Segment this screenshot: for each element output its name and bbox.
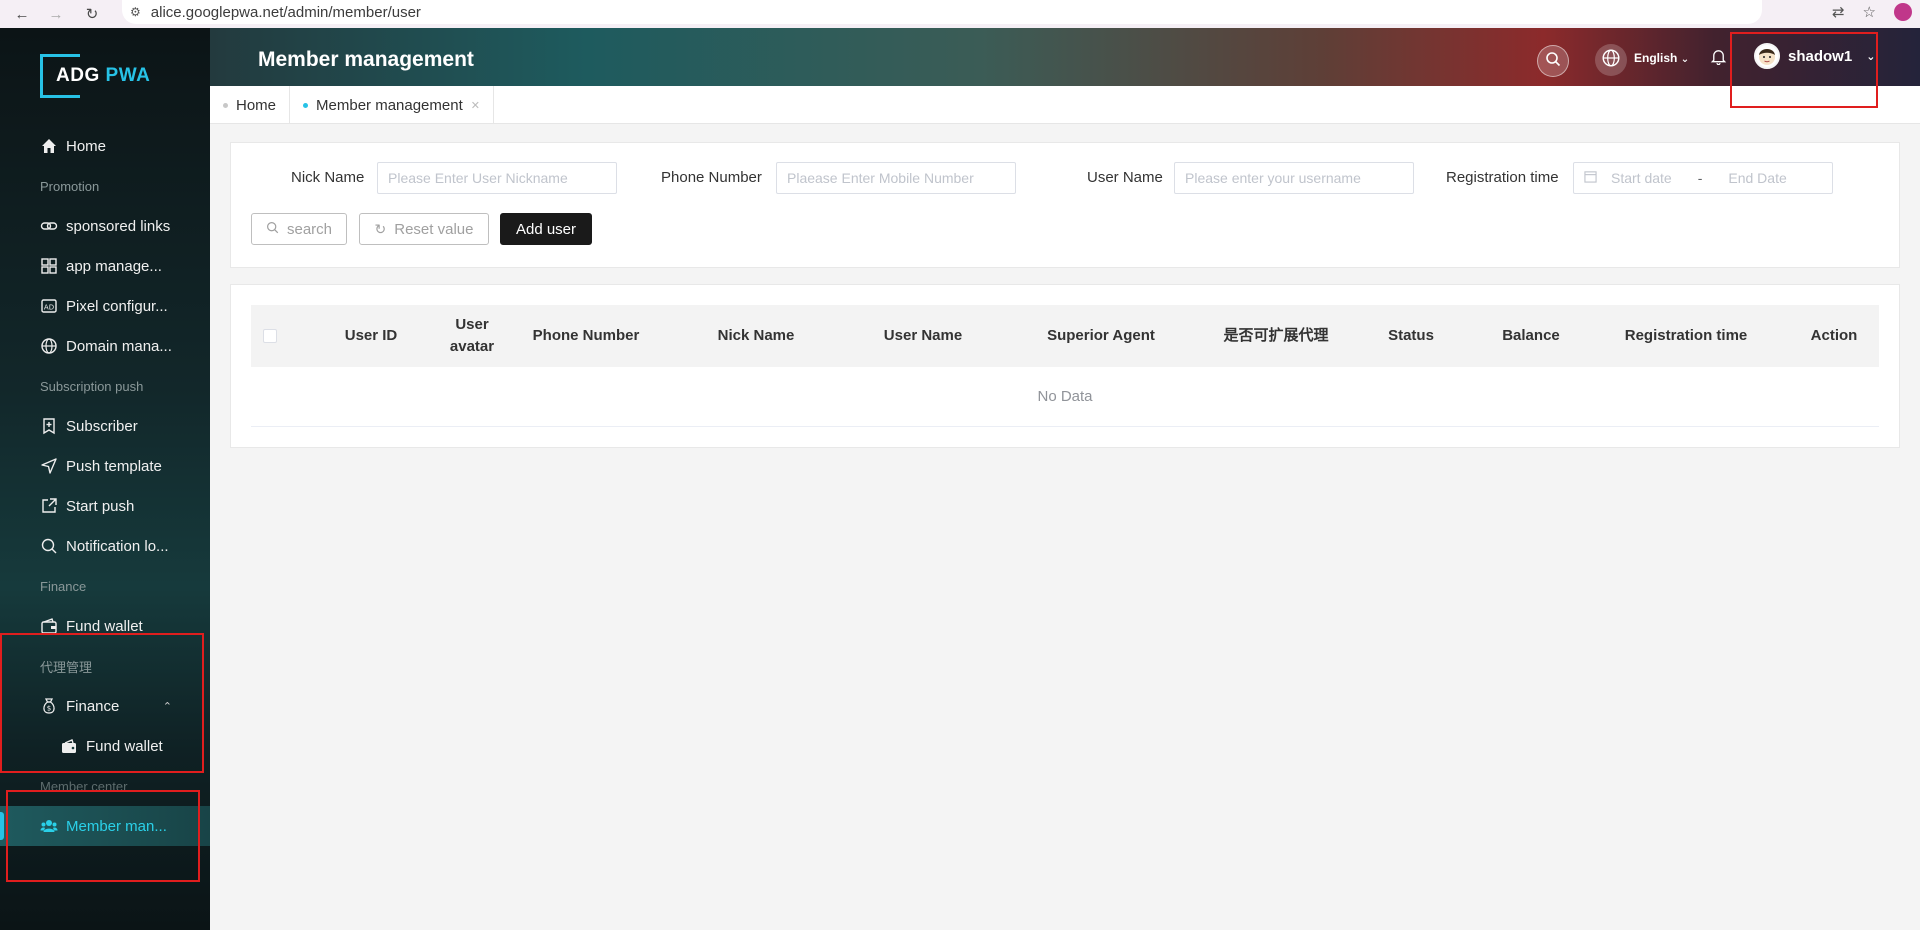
date-separator: -	[1697, 170, 1703, 186]
logo: ADG PWA	[40, 54, 152, 98]
registration-date-range[interactable]: Start date - End Date	[1573, 162, 1833, 194]
browser-toolbar: ← → ↻ ⚙ alice.googlepwa.net/admin/member…	[0, 0, 1920, 28]
reload-icon[interactable]: ↻	[78, 0, 106, 28]
sidebar-item-sponsored-links[interactable]: sponsored links	[0, 206, 210, 246]
user-name-input[interactable]: Please enter your username	[1174, 162, 1414, 194]
back-icon[interactable]: ←	[8, 0, 36, 28]
notification-bell[interactable]	[1710, 48, 1727, 70]
sidebar-item-domain-management[interactable]: Domain mana...	[0, 326, 210, 366]
header-search-button[interactable]	[1537, 45, 1569, 77]
tab-member-management[interactable]: Member management ✕	[290, 86, 494, 124]
search-icon	[266, 221, 279, 238]
address-bar[interactable]: ⚙ alice.googlepwa.net/admin/member/user	[122, 0, 1762, 24]
globe-icon	[40, 337, 58, 355]
send-icon	[40, 457, 58, 475]
sidebar-group-finance: Finance	[40, 578, 87, 594]
tabs-bar: Home Member management ✕	[210, 86, 1920, 124]
external-link-icon	[40, 497, 58, 515]
top-header: Member management English ⌄ shadow1 ⌄	[210, 28, 1920, 86]
bookmark-star-icon[interactable]: ☆	[1863, 3, 1876, 21]
language-select[interactable]: English ⌄	[1634, 51, 1689, 65]
column-header: User Name	[883, 327, 963, 344]
forward-icon[interactable]: →	[42, 0, 70, 28]
profile-icon[interactable]	[1894, 3, 1912, 21]
sidebar-group-promotion: Promotion	[40, 178, 100, 194]
link-icon	[40, 217, 58, 235]
translate-icon[interactable]: ⇄	[1832, 3, 1845, 21]
svg-text:AD: AD	[44, 304, 54, 312]
sidebar-item-push-template[interactable]: Push template	[0, 446, 210, 486]
reset-button[interactable]: ↻ Reset value	[359, 213, 489, 245]
search-icon	[1545, 51, 1561, 72]
add-user-button[interactable]: Add user	[500, 213, 592, 245]
phone-number-label: Phone Number	[661, 169, 762, 186]
chevron-down-icon: ⌄	[1680, 54, 1690, 65]
column-header: Registration time	[1624, 327, 1748, 344]
annotation-box-user	[1730, 32, 1878, 108]
globe-icon	[1601, 48, 1621, 73]
close-icon[interactable]: ✕	[471, 99, 480, 112]
empty-state: No Data	[251, 367, 1879, 427]
sidebar-group-subscription: Subscription push	[40, 378, 144, 394]
phone-number-input[interactable]: Plaease Enter Mobile Number	[776, 162, 1016, 194]
url-text: alice.googlepwa.net/admin/member/user	[150, 3, 421, 21]
tab-home[interactable]: Home	[210, 86, 291, 124]
site-settings-icon[interactable]: ⚙	[130, 5, 141, 19]
column-header: Balance	[1502, 327, 1560, 344]
sidebar-item-app-management[interactable]: app manage...	[0, 246, 210, 286]
column-header: User avatar	[449, 316, 495, 355]
column-header: Phone Number	[532, 327, 640, 344]
start-date-input[interactable]: Start date	[1611, 170, 1672, 186]
filter-panel: Nick Name Please Enter User Nickname Pho…	[230, 142, 1900, 268]
table-header: User ID User avatar Phone Number Nick Na…	[251, 305, 1879, 367]
sidebar-item-pixel-config[interactable]: AD Pixel configur...	[0, 286, 210, 326]
member-table: User ID User avatar Phone Number Nick Na…	[230, 284, 1900, 448]
sidebar-item-start-push[interactable]: Start push	[0, 486, 210, 526]
language-button[interactable]	[1595, 44, 1627, 76]
sidebar-item-notification-log[interactable]: Notification lo...	[0, 526, 210, 566]
column-header: Nick Name	[717, 327, 795, 344]
annotation-box-agent	[0, 633, 204, 773]
search-button[interactable]: search	[251, 213, 347, 245]
column-header: 是否可扩展代理	[1223, 327, 1329, 344]
bookmark-plus-icon	[40, 417, 58, 435]
registration-time-label: Registration time	[1446, 169, 1559, 186]
bell-icon	[1710, 50, 1727, 69]
search-icon	[40, 537, 58, 555]
user-name-label: User Name	[1087, 169, 1163, 186]
apps-grid-icon	[40, 257, 58, 275]
nick-name-input[interactable]: Please Enter User Nickname	[377, 162, 617, 194]
column-header: Superior Agent	[1047, 327, 1155, 344]
column-header: Action	[1810, 327, 1858, 344]
calendar-icon	[1584, 170, 1597, 186]
column-header: Status	[1388, 327, 1434, 344]
sidebar-item-home[interactable]: Home	[0, 126, 210, 166]
nick-name-label: Nick Name	[291, 169, 365, 186]
sidebar-item-subscriber[interactable]: Subscriber	[0, 406, 210, 446]
select-all-checkbox[interactable]	[263, 329, 277, 343]
ad-icon: AD	[40, 297, 58, 315]
annotation-box-member	[6, 790, 200, 882]
column-header: User ID	[344, 327, 398, 344]
refresh-icon: ↻	[374, 220, 387, 237]
home-icon	[40, 137, 58, 155]
page-title: Member management	[258, 48, 474, 71]
end-date-input[interactable]: End Date	[1728, 170, 1786, 186]
